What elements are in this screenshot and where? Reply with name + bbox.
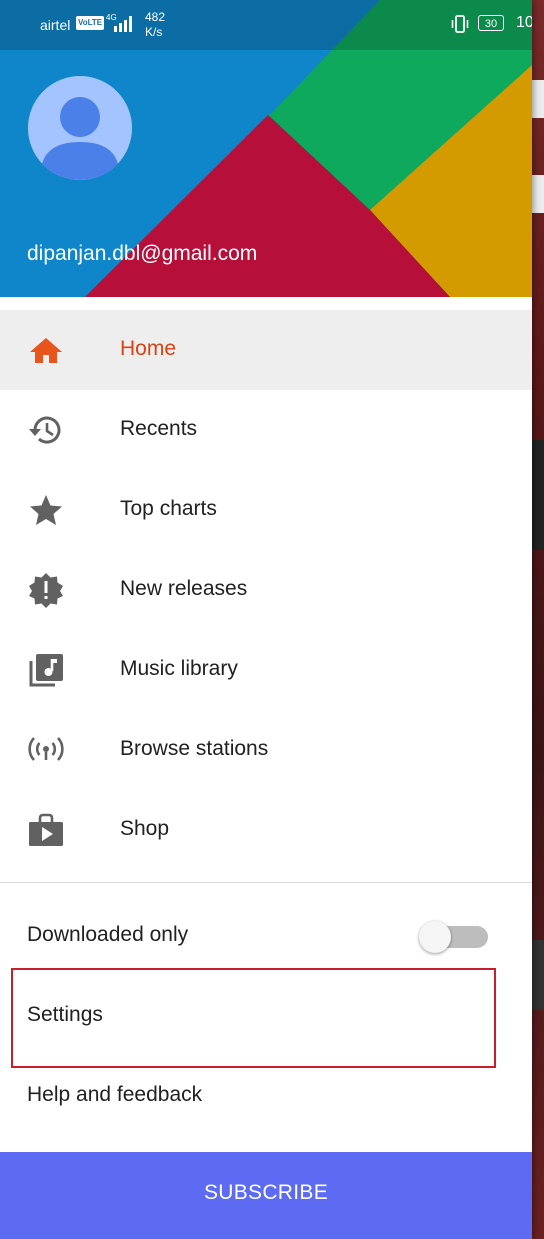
- volte-badge: VoLTE: [76, 16, 105, 30]
- battery-indicator: 30: [478, 15, 504, 31]
- settings-highlight-box: [11, 968, 496, 1068]
- navigation-drawer: airtel VoLTE 4G 482 K/s 30 10:: [0, 0, 532, 1239]
- menu-item-label: New releases: [120, 577, 248, 600]
- subscribe-button[interactable]: SUBSCRIBE: [0, 1152, 532, 1239]
- music-library-icon: [29, 654, 63, 687]
- speed-unit: K/s: [145, 25, 163, 39]
- carrier-label: airtel: [40, 17, 71, 33]
- signal-icon: [114, 16, 132, 32]
- background-app: [532, 0, 544, 1239]
- clock: 10:: [516, 14, 532, 31]
- menu-item-home[interactable]: Home: [0, 310, 532, 390]
- menu-divider: [0, 882, 532, 883]
- background-app-element: [532, 440, 544, 550]
- menu-item-label: Recents: [120, 417, 198, 440]
- home-icon: [30, 338, 62, 363]
- menu-item-recents[interactable]: Recents: [0, 390, 532, 470]
- account-avatar-icon: [28, 76, 132, 180]
- star-icon: [30, 495, 62, 525]
- shop-icon: [29, 813, 63, 846]
- menu-item-top-charts[interactable]: Top charts: [0, 470, 532, 550]
- history-icon: [29, 416, 61, 444]
- background-app-element: [532, 175, 544, 213]
- menu-item-label: Music library: [120, 657, 238, 680]
- help-feedback-item[interactable]: Help and feedback: [0, 1057, 532, 1137]
- menu-item-label: Home: [120, 337, 177, 360]
- menu-item-browse-stations[interactable]: Browse stations: [0, 710, 532, 790]
- avatar[interactable]: [28, 76, 132, 180]
- background-app-element: [532, 80, 544, 118]
- vibrate-icon: [451, 15, 469, 33]
- menu-item-new-releases[interactable]: New releases: [0, 550, 532, 630]
- downloaded-only-label: Downloaded only: [27, 923, 189, 946]
- status-bar: airtel VoLTE 4G 482 K/s 30 10:: [0, 0, 532, 50]
- account-email[interactable]: dipanjan.dbl@gmail.com: [27, 242, 257, 266]
- menu-item-shop[interactable]: Shop: [0, 790, 532, 870]
- new-releases-icon: [29, 573, 63, 608]
- speed-value: 482: [145, 10, 166, 24]
- toggle-thumb[interactable]: [419, 921, 451, 953]
- help-feedback-label: Help and feedback: [27, 1083, 203, 1106]
- menu-item-music-library[interactable]: Music library: [0, 630, 532, 710]
- radio-station-icon: [28, 737, 64, 761]
- network-speed: 482 K/s: [145, 10, 165, 40]
- menu-item-label: Shop: [120, 817, 170, 840]
- background-app-element: [532, 940, 544, 1010]
- drawer-menu: Home Recents Top charts New releases Mus…: [0, 310, 532, 870]
- drawer-header: airtel VoLTE 4G 482 K/s 30 10:: [0, 0, 532, 297]
- menu-item-label: Top charts: [120, 497, 217, 520]
- menu-item-label: Browse stations: [120, 737, 269, 760]
